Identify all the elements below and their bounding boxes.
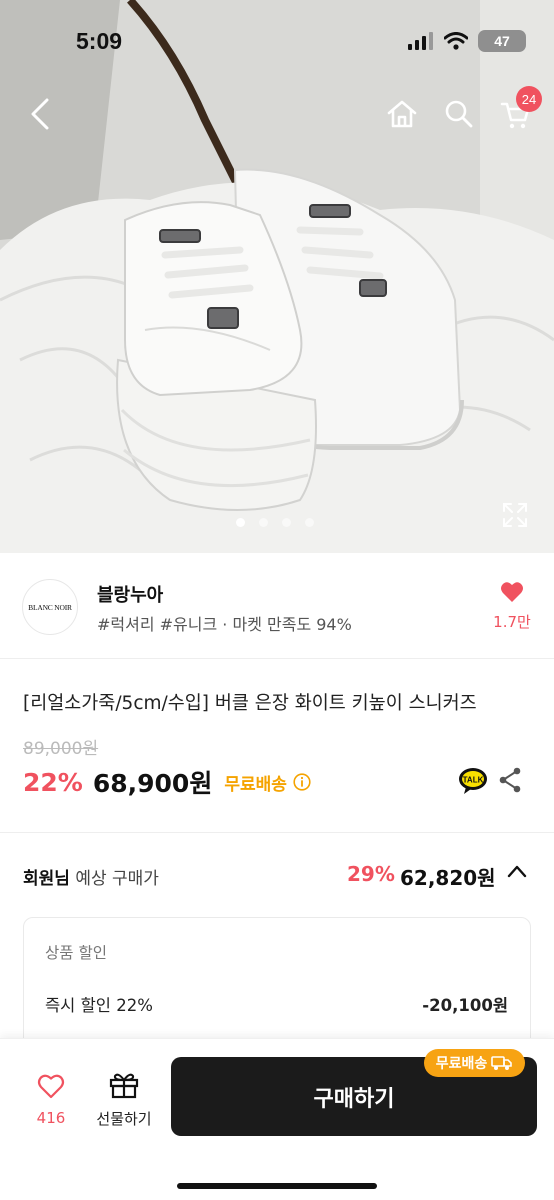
member-price-toggle[interactable]: 회원님 예상 구매가 29% 62,820원 bbox=[23, 862, 531, 890]
kakaotalk-icon: TALK bbox=[459, 768, 487, 794]
carousel-dot bbox=[236, 518, 245, 527]
seller-logo-text: BLANC NOIR bbox=[28, 602, 72, 612]
discount-rate: 22% bbox=[23, 767, 83, 797]
seller-like-count: 1.7만 bbox=[493, 613, 531, 631]
bottom-action-bar: 416 선물하기 구매하기 무료배송 bbox=[0, 1038, 554, 1200]
discount-item-label: 즉시 할인 22% bbox=[45, 996, 153, 1015]
gift-icon bbox=[109, 1073, 139, 1099]
product-like-button[interactable]: 416 bbox=[30, 1073, 72, 1127]
cart-button[interactable]: 24 bbox=[498, 86, 542, 132]
seller-tags: #럭셔리 #유니크 · 마켓 만족도 94% bbox=[97, 615, 352, 634]
gift-label: 선물하기 bbox=[96, 1110, 152, 1128]
product-image-carousel[interactable]: 5:09 47 24 bbox=[0, 0, 554, 553]
free-shipping-badge: 무료배송 bbox=[424, 1049, 525, 1077]
expand-image-button[interactable] bbox=[500, 500, 530, 530]
free-shipping-badge-label: 무료배송 bbox=[435, 1056, 488, 1072]
seller-section[interactable]: BLANC NOIR 블랑누아 #럭셔리 #유니크 · 마켓 만족도 94% 1… bbox=[0, 553, 554, 658]
svg-text:TALK: TALK bbox=[463, 776, 484, 785]
carousel-dot bbox=[259, 518, 268, 527]
price-row: 22% 68,900원 무료배송 bbox=[23, 764, 311, 800]
heart-outline-icon bbox=[37, 1074, 65, 1099]
cart-count-badge: 24 bbox=[516, 86, 542, 112]
heart-filled-icon bbox=[501, 582, 523, 602]
expand-icon bbox=[503, 503, 527, 527]
back-button[interactable] bbox=[22, 96, 58, 132]
info-icon[interactable] bbox=[293, 773, 311, 791]
search-button[interactable] bbox=[442, 97, 476, 131]
share-button[interactable] bbox=[498, 767, 522, 797]
home-icon bbox=[387, 100, 417, 128]
wifi-icon bbox=[444, 32, 468, 50]
discount-item-value: -20,100원 bbox=[422, 996, 508, 1015]
truck-icon bbox=[491, 1056, 513, 1070]
status-bar: 5:09 47 bbox=[0, 0, 554, 84]
kakao-talk-share-button[interactable]: TALK bbox=[458, 767, 488, 799]
gift-button[interactable]: 선물하기 bbox=[92, 1071, 156, 1129]
member-discount-rate: 29% bbox=[347, 862, 395, 886]
member-label-strong: 회원님 bbox=[23, 869, 70, 889]
signal-icon bbox=[408, 32, 433, 50]
member-price-label: 회원님 예상 구매가 bbox=[23, 864, 159, 889]
battery-indicator: 47 bbox=[478, 30, 526, 52]
seller-name[interactable]: 블랑누아 bbox=[97, 581, 163, 607]
discount-detail-heading: 상품 할인 bbox=[45, 944, 107, 962]
product-like-count: 416 bbox=[36, 1109, 66, 1127]
free-shipping-label: 무료배송 bbox=[224, 774, 287, 795]
sale-price: 68,900원 bbox=[92, 769, 213, 798]
seller-like-button[interactable]: 1.7만 bbox=[492, 581, 532, 632]
carousel-indicator bbox=[236, 518, 314, 527]
status-time: 5:09 bbox=[76, 28, 123, 54]
share-icon bbox=[499, 767, 521, 793]
original-price: 89,000원 bbox=[23, 739, 99, 759]
home-button[interactable] bbox=[384, 97, 420, 131]
home-indicator bbox=[177, 1183, 377, 1189]
search-icon bbox=[445, 100, 473, 128]
carousel-dot bbox=[282, 518, 291, 527]
status-icons: 47 bbox=[408, 30, 526, 52]
chevron-up-icon[interactable] bbox=[507, 864, 527, 878]
divider bbox=[0, 832, 554, 833]
divider bbox=[0, 658, 554, 659]
seller-logo[interactable]: BLANC NOIR bbox=[22, 579, 78, 635]
member-label-rest: 예상 구매가 bbox=[69, 869, 159, 889]
member-price: 62,820원 bbox=[400, 866, 496, 890]
carousel-dot bbox=[305, 518, 314, 527]
product-title: [리얼소가죽/5cm/수입] 버클 은장 화이트 키높이 스니커즈 bbox=[23, 693, 477, 714]
chevron-left-icon bbox=[31, 98, 49, 130]
